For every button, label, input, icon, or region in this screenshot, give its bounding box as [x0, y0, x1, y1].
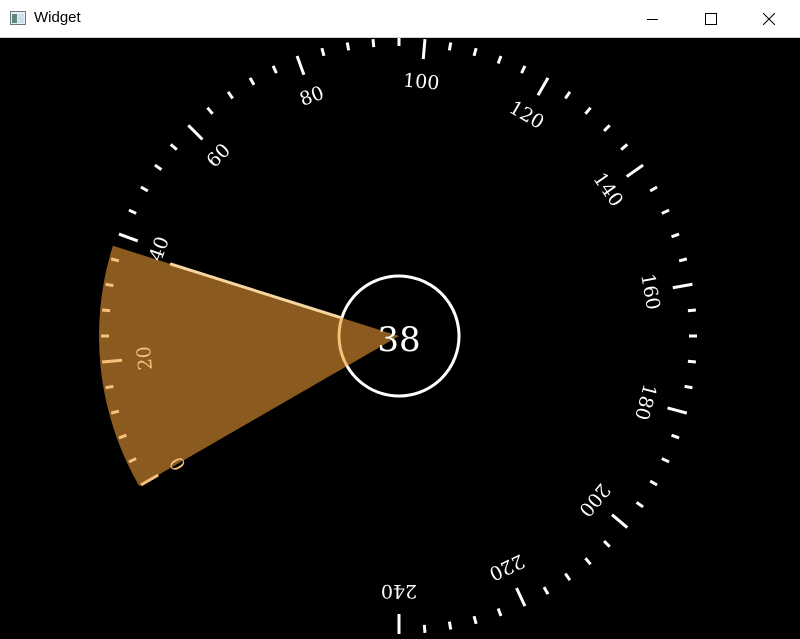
- tick-label: 220: [486, 549, 528, 584]
- tick-label: 180: [630, 382, 661, 423]
- tick-label: 80: [297, 82, 327, 111]
- tick-label: 120: [505, 97, 547, 134]
- app-window: Widget 0 20 40 60 80 100 120 140 160 180 200 220 240: [0, 0, 800, 639]
- minor-tick: [110, 409, 120, 415]
- minor-tick: [670, 232, 680, 239]
- tick-label: 100: [402, 69, 440, 94]
- app-window-icon: [10, 11, 26, 25]
- minor-tick: [472, 47, 478, 57]
- tick-label: 240: [381, 580, 417, 602]
- close-icon: [763, 12, 775, 25]
- major-tick: [187, 124, 204, 141]
- minor-tick: [447, 42, 453, 51]
- tick-label: 160: [636, 272, 664, 312]
- major-tick: [610, 513, 629, 529]
- tick-label: 20: [133, 345, 157, 371]
- minor-tick: [649, 479, 658, 487]
- minor-tick: [649, 185, 658, 193]
- minor-tick: [105, 282, 114, 288]
- minor-tick: [345, 42, 351, 51]
- tick-label: 200: [574, 479, 614, 521]
- minor-tick: [447, 621, 453, 630]
- minor-tick: [496, 55, 503, 65]
- major-tick: [102, 358, 123, 364]
- minor-tick: [271, 65, 278, 74]
- minor-tick: [102, 308, 111, 313]
- minor-tick: [661, 208, 670, 215]
- tick-label: 60: [202, 139, 235, 172]
- minor-tick: [603, 540, 611, 548]
- major-tick: [625, 163, 644, 178]
- minor-tick: [584, 557, 592, 566]
- gauge-canvas: 020406080 100120140160180200220240 38: [98, 38, 697, 634]
- minor-tick: [206, 106, 214, 115]
- minor-tick: [140, 185, 149, 193]
- minor-tick: [635, 501, 644, 509]
- major-tick: [667, 406, 688, 415]
- speed-value: 38: [377, 320, 420, 360]
- minor-tick: [684, 384, 693, 390]
- maximize-button[interactable]: [688, 0, 734, 37]
- minor-tick: [496, 607, 503, 617]
- minor-tick: [472, 615, 478, 625]
- minor-tick: [226, 91, 234, 100]
- minor-tick: [110, 257, 120, 263]
- minor-tick: [670, 433, 680, 440]
- minor-tick: [542, 586, 550, 595]
- minor-tick: [105, 384, 114, 390]
- major-tick: [536, 77, 550, 96]
- minor-tick: [422, 624, 427, 633]
- major-tick: [118, 232, 139, 243]
- minor-tick: [564, 572, 572, 581]
- major-tick: [421, 39, 427, 60]
- window-title: Widget: [34, 9, 81, 26]
- speed-gauge: 0 20 40 60 80 100 120 140 160 180 200 220 240 38: [0, 38, 800, 639]
- minor-tick: [248, 77, 256, 86]
- major-tick: [295, 55, 306, 76]
- minimize-button[interactable]: [630, 0, 676, 37]
- minor-tick: [661, 457, 670, 464]
- minor-tick: [169, 143, 178, 151]
- minor-tick: [687, 308, 696, 313]
- minor-tick: [620, 143, 629, 151]
- minor-tick: [128, 208, 137, 215]
- minor-tick: [678, 257, 688, 263]
- major-tick: [515, 587, 527, 607]
- major-tick: [672, 282, 693, 290]
- title-bar[interactable]: Widget: [0, 0, 800, 38]
- minor-tick: [154, 163, 163, 171]
- minor-tick: [564, 91, 572, 100]
- minor-tick: [603, 124, 611, 132]
- tick-label: 140: [588, 169, 627, 211]
- minor-tick: [371, 39, 376, 48]
- minimize-icon: [647, 18, 658, 20]
- minor-tick: [320, 47, 326, 57]
- maximize-icon: [705, 12, 717, 25]
- minor-tick: [584, 106, 592, 115]
- minor-tick: [520, 65, 527, 74]
- minor-tick: [687, 359, 696, 364]
- close-button[interactable]: [746, 0, 792, 37]
